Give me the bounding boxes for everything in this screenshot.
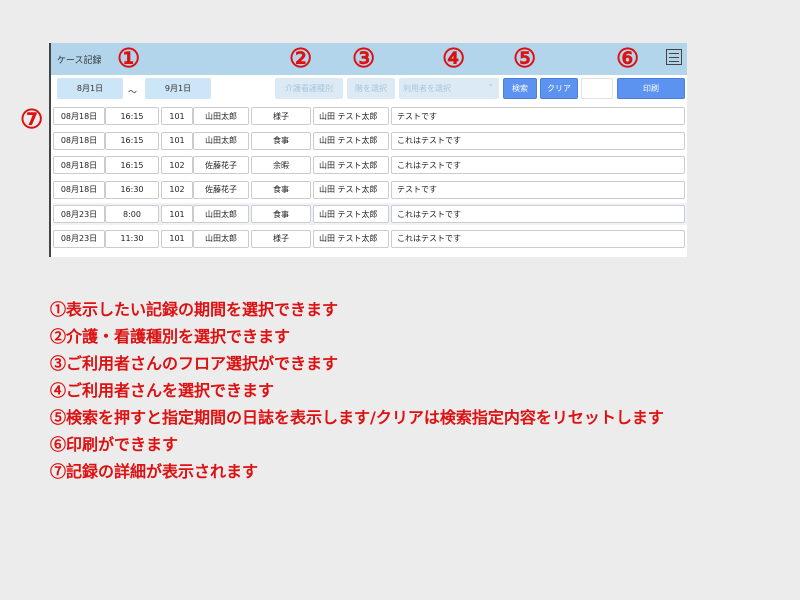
cell-staff: 山田 テスト太郎 bbox=[313, 131, 389, 150]
cell-resident-name: 佐藤花子 bbox=[193, 180, 249, 199]
cell-room: 101 bbox=[161, 131, 193, 150]
cell-record-type: 様子 bbox=[251, 107, 311, 125]
cell-staff: 山田 テスト太郎 bbox=[313, 107, 389, 125]
date-to-picker[interactable]: 9月1日 bbox=[145, 78, 211, 99]
legend-item-3: ③ご利用者さんのフロア選択ができます bbox=[50, 354, 339, 373]
user-select[interactable]: 利用者を選択 bbox=[399, 78, 499, 99]
legend-item-7: ⑦記録の詳細が表示されます bbox=[50, 462, 259, 481]
marker-5: ⑤ bbox=[513, 44, 537, 74]
cell-resident-name: 山田太郎 bbox=[193, 205, 249, 223]
legend: ①表示したい記録の期間を選択できます ②介護・看護種別を選択できます ③ご利用者… bbox=[50, 296, 664, 485]
cell-room: 101 bbox=[161, 107, 193, 125]
cell-time: 16:30 bbox=[105, 180, 159, 199]
filter-bar: 8月1日 〜 9月1日 介護看護種別 階を選択 利用者を選択 検索 クリア 印刷 bbox=[51, 75, 687, 103]
case-record-panel: ケース記録 8月1日 〜 9月1日 介護看護種別 階を選択 利用者を選択 検索 … bbox=[49, 43, 687, 257]
marker-4: ④ bbox=[442, 44, 466, 74]
cell-date: 08月18日 bbox=[53, 180, 105, 199]
cell-date: 08月23日 bbox=[53, 205, 105, 223]
cell-date: 08月18日 bbox=[53, 131, 105, 150]
cell-record-text: テストです bbox=[391, 180, 685, 199]
legend-item-5: ⑤検索を押すと指定期間の日誌を表示します/クリアは検索指定内容をリセットします bbox=[50, 408, 664, 427]
cell-resident-name: 佐藤花子 bbox=[193, 156, 249, 174]
cell-resident-name: 山田太郎 bbox=[193, 229, 249, 248]
cell-record-text: これはテストです bbox=[391, 229, 685, 248]
cell-record-type: 様子 bbox=[251, 229, 311, 248]
marker-7: ⑦ bbox=[20, 105, 44, 135]
cell-room: 101 bbox=[161, 229, 193, 248]
cell-staff: 山田 テスト太郎 bbox=[313, 205, 389, 223]
marker-3: ③ bbox=[352, 44, 376, 74]
table-row[interactable]: 08月18日 16:15 102 佐藤花子 余暇 山田 テスト太郎 これはテストです bbox=[53, 154, 687, 176]
table-row[interactable]: 08月18日 16:15 101 山田太郎 食事 山田 テスト太郎 これはテストです bbox=[53, 130, 687, 152]
table-row[interactable]: 08月23日 11:30 101 山田太郎 様子 山田 テスト太郎 これはテストです bbox=[53, 228, 687, 250]
cell-record-type: 食事 bbox=[251, 131, 311, 150]
cell-time: 8:00 bbox=[105, 205, 159, 223]
marker-1: ① bbox=[117, 44, 141, 74]
legend-item-6: ⑥印刷ができます bbox=[50, 435, 179, 454]
cell-date: 08月23日 bbox=[53, 229, 105, 248]
table-row[interactable]: 08月23日 8:00 101 山田太郎 食事 山田 テスト太郎 これはテストです bbox=[53, 203, 687, 225]
table-row[interactable]: 08月18日 16:15 101 山田太郎 様子 山田 テスト太郎 テストです bbox=[53, 105, 687, 127]
table-row[interactable]: 08月18日 16:30 102 佐藤花子 食事 山田 テスト太郎 テストです bbox=[53, 179, 687, 201]
cell-date: 08月18日 bbox=[53, 107, 105, 125]
cell-room: 102 bbox=[161, 156, 193, 174]
marker-6: ⑥ bbox=[616, 44, 640, 74]
cell-staff: 山田 テスト太郎 bbox=[313, 229, 389, 248]
legend-item-1: ①表示したい記録の期間を選択できます bbox=[50, 300, 339, 319]
cell-record-text: これはテストです bbox=[391, 131, 685, 150]
legend-item-4: ④ご利用者さんを選択できます bbox=[50, 381, 275, 400]
cell-staff: 山田 テスト太郎 bbox=[313, 156, 389, 174]
legend-item-2: ②介護・看護種別を選択できます bbox=[50, 327, 291, 346]
cell-time: 16:15 bbox=[105, 107, 159, 125]
cell-room: 102 bbox=[161, 180, 193, 199]
cell-record-text: テストです bbox=[391, 107, 685, 125]
page-title: ケース記録 bbox=[57, 56, 102, 66]
cell-record-type: 余暇 bbox=[251, 156, 311, 174]
toolbar-spacer bbox=[581, 78, 613, 99]
cell-resident-name: 山田太郎 bbox=[193, 131, 249, 150]
cell-record-type: 食事 bbox=[251, 180, 311, 199]
cell-record-type: 食事 bbox=[251, 205, 311, 223]
date-range-separator: 〜 bbox=[128, 88, 138, 98]
date-from-picker[interactable]: 8月1日 bbox=[57, 78, 123, 99]
care-type-select[interactable]: 介護看護種別 bbox=[275, 78, 343, 99]
cell-time: 16:15 bbox=[105, 156, 159, 174]
clear-button[interactable]: クリア bbox=[540, 78, 578, 99]
marker-2: ② bbox=[289, 44, 313, 74]
cell-staff: 山田 テスト太郎 bbox=[313, 180, 389, 199]
search-button[interactable]: 検索 bbox=[503, 78, 537, 99]
cell-resident-name: 山田太郎 bbox=[193, 107, 249, 125]
cell-record-text: これはテストです bbox=[391, 205, 685, 223]
cell-time: 16:15 bbox=[105, 131, 159, 150]
cell-room: 101 bbox=[161, 205, 193, 223]
floor-select[interactable]: 階を選択 bbox=[347, 78, 395, 99]
cell-date: 08月18日 bbox=[53, 156, 105, 174]
cell-time: 11:30 bbox=[105, 229, 159, 248]
print-button[interactable]: 印刷 bbox=[617, 78, 685, 99]
menu-icon[interactable] bbox=[666, 49, 682, 65]
cell-record-text: これはテストです bbox=[391, 156, 685, 174]
